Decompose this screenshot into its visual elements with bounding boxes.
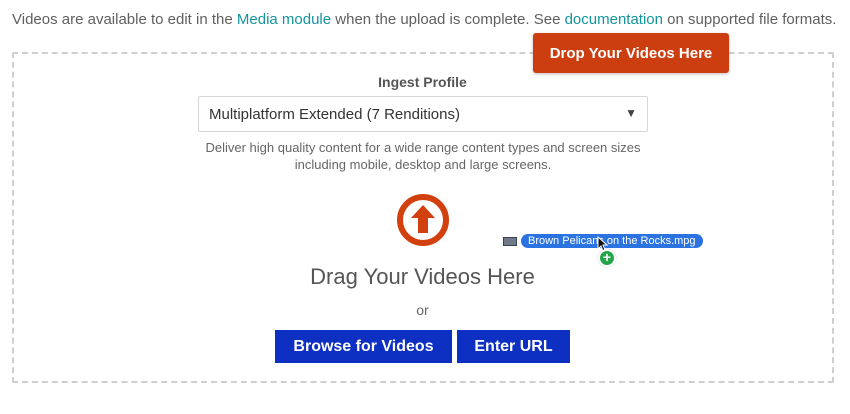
drag-videos-heading: Drag Your Videos Here	[310, 264, 535, 289]
or-separator: or	[416, 302, 429, 318]
copy-plus-icon: +	[598, 249, 616, 267]
media-module-link[interactable]: Media module	[237, 11, 331, 28]
enter-url-button[interactable]: Enter URL	[457, 330, 570, 363]
documentation-link[interactable]: documentation	[565, 11, 663, 28]
ingest-profile-description: Deliver high quality content for a wide …	[205, 140, 641, 172]
ingest-profile-value: Multiplatform Extended (7 Renditions)	[209, 105, 460, 123]
video-file-icon	[503, 236, 517, 246]
upload-arrow-icon	[397, 194, 449, 246]
ingest-profile-select[interactable]: Multiplatform Extended (7 Renditions) ▼	[198, 96, 648, 132]
dragged-file-name: Brown Pelicans on the Rocks.mpg	[521, 234, 703, 248]
intro-text-end: on supported file formats.	[663, 11, 837, 28]
intro-text: Videos are available to edit in the Medi…	[12, 11, 836, 28]
intro-text-start: Videos are available to edit in the	[12, 11, 237, 28]
browse-for-videos-button[interactable]: Browse for Videos	[275, 330, 452, 363]
drop-videos-tooltip: Drop Your Videos Here	[533, 33, 729, 73]
dropdown-arrow-icon: ▼	[625, 106, 637, 120]
ingest-profile-label: Ingest Profile	[378, 74, 467, 90]
intro-text-middle: when the upload is complete. See	[331, 11, 565, 28]
